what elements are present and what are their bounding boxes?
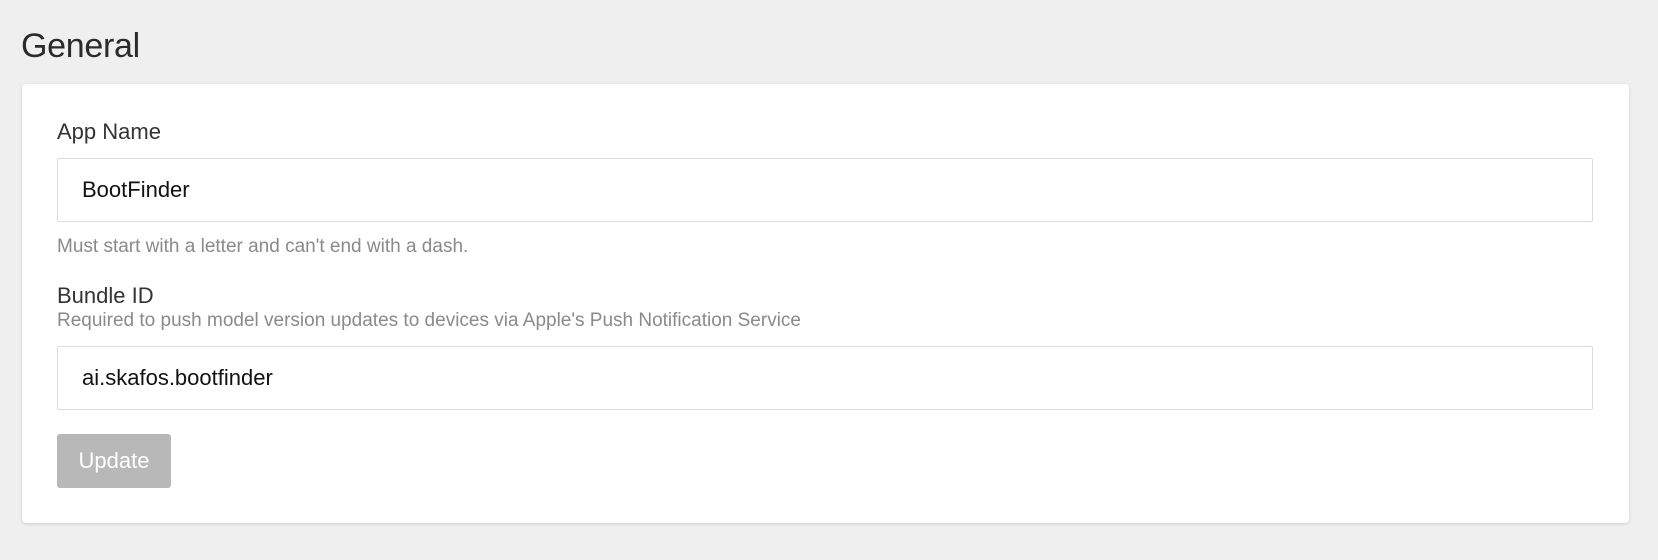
app-name-help-text: Must start with a letter and can't end w… [57,236,469,257]
app-name-input[interactable] [57,158,1593,222]
app-name-label: App Name [57,119,161,144]
bundle-id-help-text: Required to push model version updates t… [57,310,801,331]
update-button[interactable]: Update [57,434,171,488]
general-settings-card: App Name Must start with a letter and ca… [22,84,1629,523]
bundle-id-label: Bundle ID [57,283,154,308]
section-title: General [21,27,140,65]
bundle-id-input[interactable] [57,346,1593,410]
